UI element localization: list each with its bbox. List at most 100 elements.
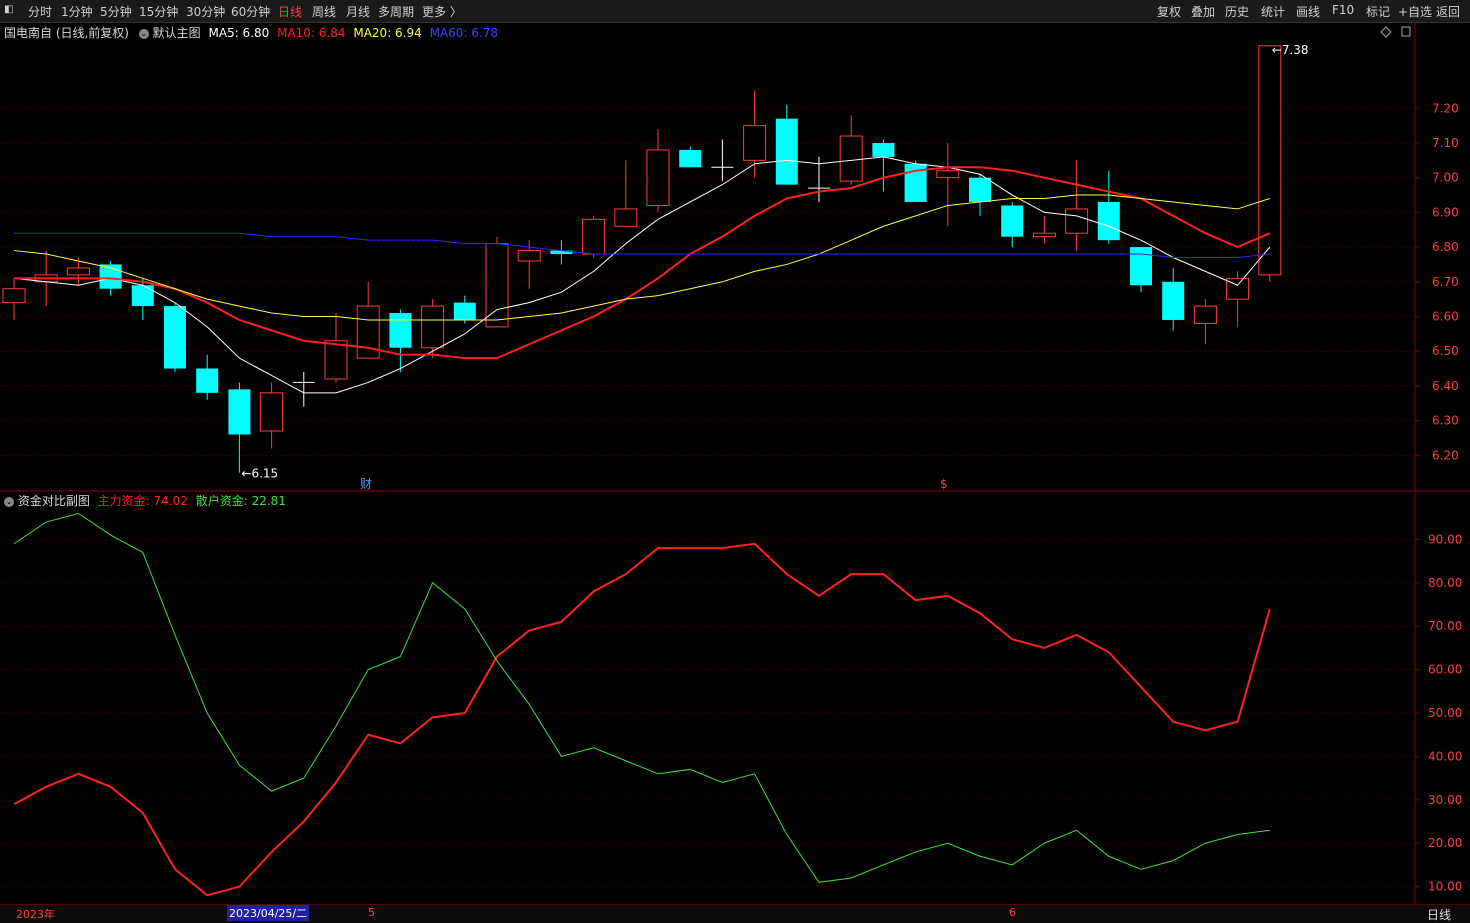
toolbar-button-3[interactable]: 统计 <box>1261 3 1285 20</box>
sub-tick-label: 10.00 <box>1428 880 1462 894</box>
candle-body <box>872 142 895 157</box>
main-tick-label: 6.80 <box>1432 240 1459 254</box>
toolbar-button-4[interactable]: 画线 <box>1296 3 1320 20</box>
sub-tick-label: 40.00 <box>1428 749 1462 763</box>
toolbar-button-5[interactable]: F10 <box>1332 3 1354 17</box>
ma60-label: MA60: 6.78 <box>429 26 499 40</box>
main-tick-label: 6.70 <box>1432 275 1459 289</box>
candle-body <box>646 149 670 206</box>
candle-body <box>1130 247 1152 286</box>
main-fund-label: 主力资金: 74.02 <box>97 494 188 508</box>
candle-body <box>1193 305 1217 324</box>
candle-body <box>389 313 412 348</box>
toolbar-button-7[interactable]: +自选 <box>1398 3 1432 20</box>
menu-icon[interactable]: ◧ <box>4 4 13 15</box>
candle-body <box>1097 201 1120 241</box>
template-dropdown[interactable]: ⌄ 默认主图 <box>138 26 201 40</box>
candle-body <box>517 250 541 262</box>
sub-tick-label: 60.00 <box>1428 663 1462 677</box>
candle-body <box>1001 205 1024 237</box>
period-tab-5[interactable]: 60分钟 <box>231 3 270 20</box>
sub-tick-label: 50.00 <box>1428 706 1462 720</box>
main-tick-label: 7.00 <box>1432 171 1459 185</box>
sub-tick-label: 20.00 <box>1428 836 1462 850</box>
period-tab-1[interactable]: 1分钟 <box>61 3 93 20</box>
candle-body <box>66 267 90 276</box>
candle-body <box>260 392 284 432</box>
sub-tick-label: 30.00 <box>1428 793 1462 807</box>
candle-body <box>1032 232 1056 238</box>
date-label-cursor: 2023/04/25/二 <box>227 905 310 921</box>
fund-line-1 <box>13 512 1270 883</box>
chevron-down-icon: ⌄ <box>138 28 149 39</box>
fund-line-0 <box>13 542 1271 897</box>
toolbar-button-6[interactable]: 标记 <box>1366 3 1390 20</box>
diamond-icon <box>1380 26 1392 38</box>
low-price-label: ←6.15 <box>241 467 278 481</box>
candle-body <box>485 243 509 328</box>
main-tick-label: 6.20 <box>1432 448 1459 462</box>
chart-area: 6.20 6.30 6.40 6.50 6.60 6.70 6.80 6.90 7.00 7.10… <box>0 22 1470 904</box>
candle-body <box>679 149 702 168</box>
period-tab-0[interactable]: 分时 <box>28 3 52 20</box>
candle-body <box>324 340 348 380</box>
chevron-down-icon[interactable]: ⌄ <box>4 496 14 507</box>
period-tab-3[interactable]: 15分钟 <box>139 3 178 20</box>
candle-body <box>196 368 219 393</box>
ma-line-MA60 <box>14 232 1270 258</box>
candle-body <box>1258 45 1282 276</box>
ma20-label: MA20: 6.94 <box>353 26 422 40</box>
candle-body <box>1162 281 1185 320</box>
main-tick-label: 6.40 <box>1432 379 1459 393</box>
candle-body <box>164 306 186 369</box>
candle-body <box>131 285 154 307</box>
main-tick-label: 6.90 <box>1432 205 1459 219</box>
period-tab-9[interactable]: 多周期 <box>378 3 414 20</box>
sub-tick-label: 70.00 <box>1428 619 1462 633</box>
date-label-may: 5 <box>368 906 375 919</box>
toolbar-button-8[interactable]: 返回 <box>1436 3 1460 20</box>
candle-body <box>775 118 798 185</box>
candle-body <box>1065 208 1089 234</box>
toolbar-button-0[interactable]: 复权 <box>1157 3 1181 20</box>
period-tab-10[interactable]: 更多 〉 <box>422 3 462 20</box>
date-label-year: 2023年 <box>16 908 55 921</box>
period-tab-7[interactable]: 周线 <box>312 3 336 20</box>
main-tick-label: 7.10 <box>1432 136 1459 150</box>
ma-line-MA10 <box>14 166 1271 360</box>
candle-body <box>839 135 863 182</box>
finance-marker: 财 <box>360 477 372 491</box>
ma5-label: MA5: 6.80 <box>208 26 270 40</box>
period-tab-6[interactable]: 日线 <box>278 3 302 20</box>
candle-body <box>453 302 476 320</box>
candle-body <box>969 177 991 202</box>
window-icon <box>1401 26 1411 37</box>
date-label-june: 6 <box>1009 906 1016 919</box>
main-legend: 国电南自 (日线,前复权) ⌄ 默认主图 MA5: 6.80 MA10: 6.8… <box>4 24 498 41</box>
period-tab-4[interactable]: 30分钟 <box>186 3 225 20</box>
period-tab-2[interactable]: 5分钟 <box>100 3 132 20</box>
main-tick-label: 6.30 <box>1432 414 1459 428</box>
retail-fund-label: 散户资金: 22.81 <box>195 494 286 508</box>
toolbar-button-2[interactable]: 历史 <box>1225 3 1249 20</box>
template-label: 默认主图 <box>152 26 201 40</box>
period-tab-8[interactable]: 月线 <box>346 3 370 20</box>
date-axis-bar: 2023年 2023/04/25/二 5 6 日线 <box>0 904 1470 923</box>
sub-title: 资金对比副图 <box>17 494 90 508</box>
sub-tick-label: 80.00 <box>1428 576 1462 590</box>
candle-body <box>743 125 767 161</box>
stock-title: 国电南自 (日线,前复权) <box>4 26 129 40</box>
toolbar-button-1[interactable]: 叠加 <box>1191 3 1215 20</box>
candle-body <box>582 218 606 255</box>
ma10-label: MA10: 6.84 <box>277 26 346 40</box>
candle-body <box>228 389 251 435</box>
candle-body <box>421 305 445 349</box>
ma-line-MA5 <box>13 156 1271 394</box>
candle-body <box>2 288 26 304</box>
period-toolbar: ◧ 分时 1分钟 5分钟 15分钟 30分钟 60分钟 日线 周线 月线 多周期 更多 〉 复权 叠加 历史… <box>0 0 1470 23</box>
sub-tick-label: 90.00 <box>1428 532 1462 546</box>
main-tick-label: 6.60 <box>1432 309 1459 323</box>
main-tick-label: 6.50 <box>1432 344 1459 358</box>
sub-legend: ⌄ 资金对比副图 主力资金: 74.02 散户资金: 22.81 <box>4 492 286 509</box>
period-label[interactable]: 日线 <box>1427 906 1451 923</box>
